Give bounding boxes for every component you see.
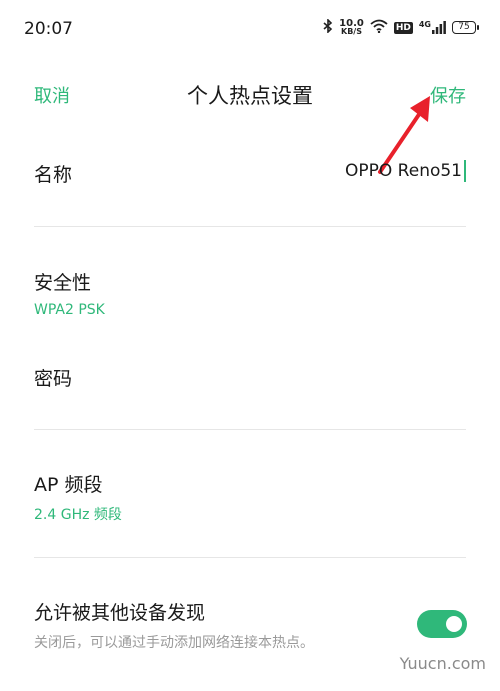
ap-band-label: AP 频段 [34, 474, 103, 496]
divider [34, 557, 466, 558]
hotspot-name-value: OPPO Reno51 [345, 161, 462, 181]
network-type: 4G [418, 20, 431, 29]
watermark: Yuucn.com [399, 654, 486, 673]
status-time: 20:07 [24, 19, 73, 39]
status-bar: 20:07 10.0 KB/S HD 4G 75 [0, 0, 500, 60]
discoverable-label: 允许被其他设备发现 [34, 602, 206, 624]
name-label: 名称 [34, 164, 73, 186]
divider [34, 226, 466, 227]
hd-badge: HD [393, 21, 413, 34]
ap-band-value: 2.4 GHz 频段 [34, 507, 122, 523]
text-cursor [464, 160, 466, 182]
discoverable-description: 关闭后，可以通过手动添加网络连接本热点。 [34, 635, 314, 651]
battery-icon: 75 [452, 21, 479, 34]
wifi-icon [370, 18, 388, 37]
network-speed-unit: KB/S [341, 26, 362, 36]
network-speed: 10.0 KB/S [339, 18, 364, 36]
bluetooth-icon [323, 18, 333, 37]
hotspot-settings-screen: 20:07 10.0 KB/S HD 4G 75 取消 个人热点设置 保存 名称… [0, 0, 500, 691]
toggle-knob [446, 616, 462, 632]
discoverable-toggle[interactable] [417, 610, 467, 638]
divider [34, 429, 466, 430]
security-value: WPA2 PSK [34, 302, 105, 318]
hotspot-name-input[interactable]: OPPO Reno51 [345, 160, 466, 182]
cellular-signal-icon: 4G [419, 21, 446, 34]
security-label: 安全性 [34, 272, 92, 294]
status-icons: 10.0 KB/S HD 4G 75 [323, 18, 479, 37]
password-label[interactable]: 密码 [34, 364, 72, 391]
